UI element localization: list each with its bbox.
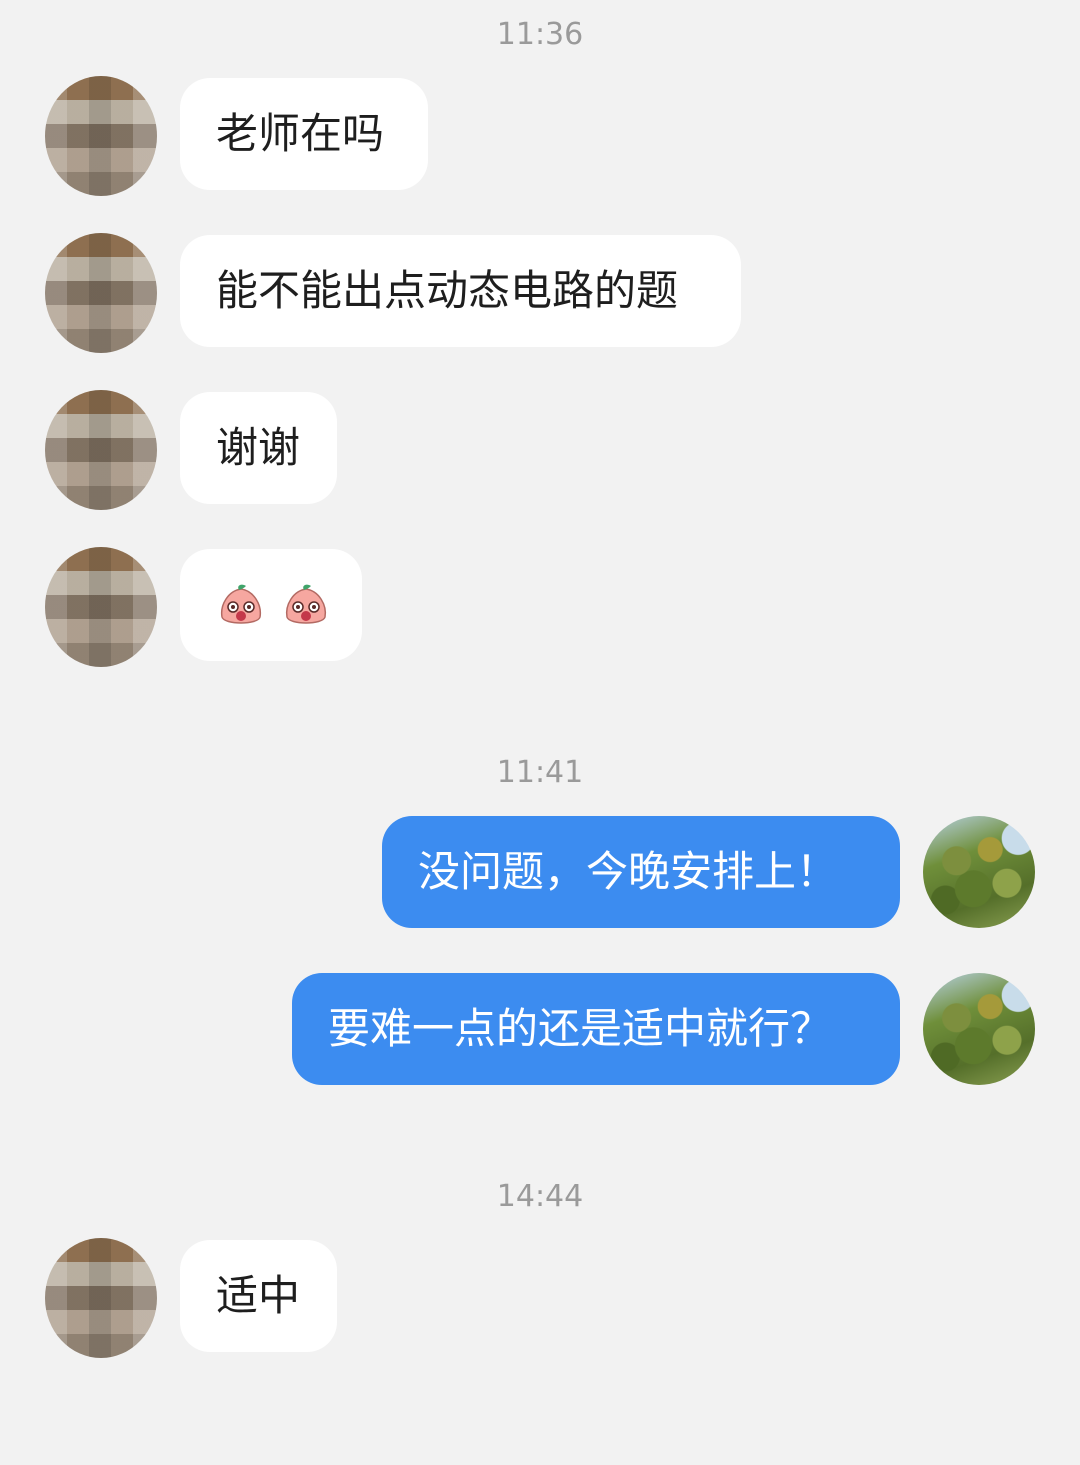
message-row xyxy=(45,547,445,667)
message-row: 老师在吗 xyxy=(45,76,545,196)
my-avatar[interactable] xyxy=(923,973,1035,1085)
incoming-message-bubble[interactable]: 适中 xyxy=(180,1240,337,1352)
contact-avatar[interactable] xyxy=(45,233,157,353)
outgoing-message-bubble[interactable]: 要难一点的还是适中就行？ xyxy=(292,973,900,1085)
chat-thread[interactable]: 11:36 老师在吗 能不能出点动态电路的题 谢谢 11:41 没问题，今晚安排… xyxy=(0,0,1080,1465)
contact-avatar[interactable] xyxy=(45,390,157,510)
contact-avatar[interactable] xyxy=(45,1238,157,1358)
timestamp: 11:41 xyxy=(496,755,584,790)
message-row: 谢谢 xyxy=(45,390,445,510)
timestamp: 14:44 xyxy=(496,1179,584,1214)
incoming-sticker-bubble[interactable] xyxy=(180,549,362,661)
incoming-message-bubble[interactable]: 谢谢 xyxy=(180,392,337,504)
message-row: 没问题，今晚安排上！ xyxy=(335,816,1035,928)
contact-avatar[interactable] xyxy=(45,76,157,196)
timestamp: 11:36 xyxy=(496,17,584,52)
my-avatar[interactable] xyxy=(923,816,1035,928)
incoming-message-bubble[interactable]: 老师在吗 xyxy=(180,78,428,190)
outgoing-message-bubble[interactable]: 没问题，今晚安排上！ xyxy=(382,816,900,928)
peach-face-sticker-icon xyxy=(286,584,327,624)
message-row: 能不能出点动态电路的题 xyxy=(45,233,845,353)
message-row: 要难一点的还是适中就行？ xyxy=(235,973,1035,1085)
contact-avatar[interactable] xyxy=(45,547,157,667)
message-row: 适中 xyxy=(45,1238,445,1358)
peach-face-sticker-icon xyxy=(220,584,262,624)
incoming-message-bubble[interactable]: 能不能出点动态电路的题 xyxy=(180,235,741,347)
